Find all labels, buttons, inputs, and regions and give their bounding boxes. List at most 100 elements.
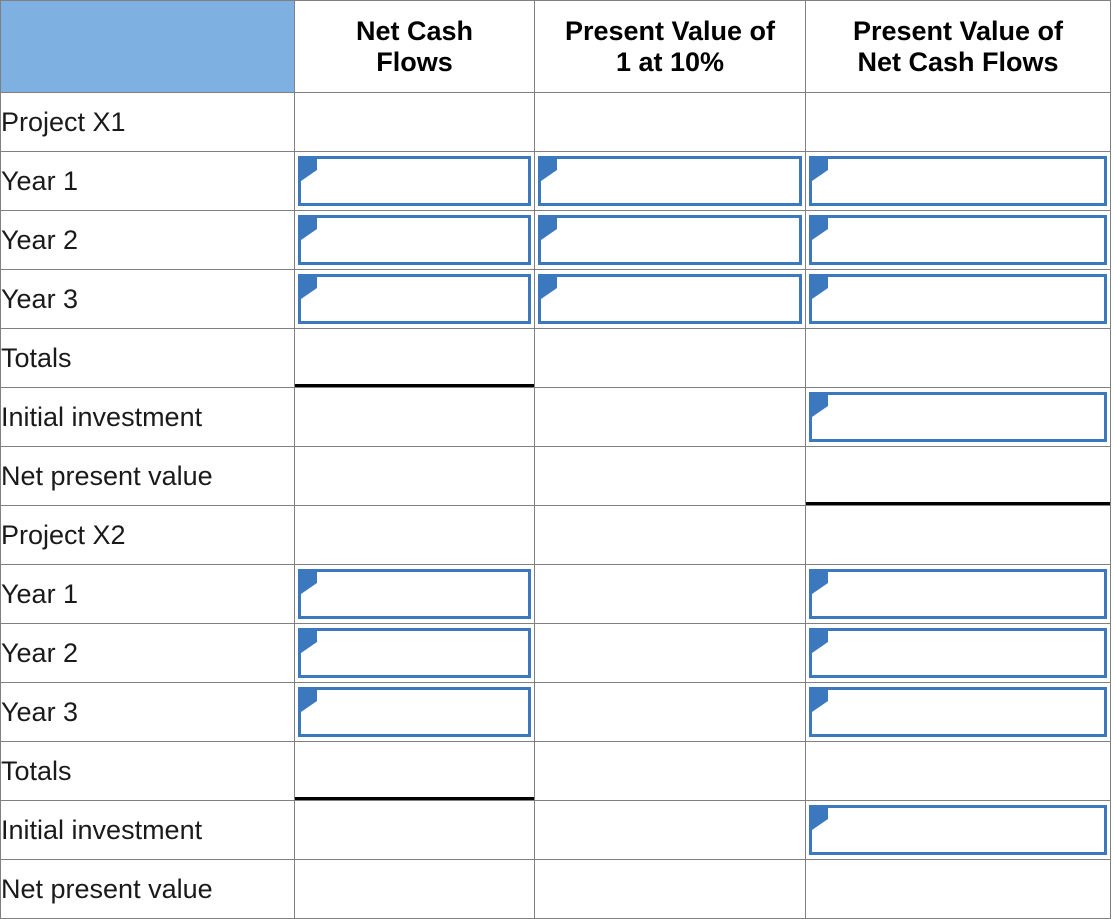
header-cell-blank: [0, 0, 295, 93]
row-label-x2-year-1: Year 1: [0, 564, 295, 624]
row-label-x1-year-2: Year 2: [0, 210, 295, 270]
dropdown-arrow-icon[interactable]: [812, 690, 828, 712]
input-x1-year-2-present-value-of-net-cash-flows[interactable]: [830, 218, 1106, 262]
table-row: Year 1: [0, 564, 1111, 624]
cell-x1-initial-investment-present-value-of-net-cash-flows: [805, 387, 1111, 447]
table-row: Year 2: [0, 210, 1111, 270]
input-box-x1-year-1-present-value-of-net-cash-flows[interactable]: [809, 156, 1107, 206]
dropdown-arrow-icon[interactable]: [541, 277, 557, 299]
cell-x2-totals-present-value-of-net-cash-flows: [805, 741, 1111, 801]
dropdown-arrow-icon[interactable]: [812, 631, 828, 653]
cell-x2-year-2-present-value-of-net-cash-flows: [805, 623, 1111, 683]
input-box-x1-year-3-present-value-of-1[interactable]: [538, 274, 802, 324]
table-row: Totals: [0, 741, 1111, 801]
header-cell-present-value-of-1: Present Value of 1 at 10%: [534, 0, 806, 93]
row-label-x1-year-3: Year 3: [0, 269, 295, 329]
cell-x2-net-present-value-present-value-of-1: [534, 859, 806, 919]
input-x2-year-2-net-cash-flows[interactable]: [319, 631, 530, 675]
input-box-x1-year-1-net-cash-flows[interactable]: [298, 156, 531, 206]
input-x1-year-1-net-cash-flows[interactable]: [319, 159, 530, 203]
input-box-x1-year-2-present-value-of-1[interactable]: [538, 215, 802, 265]
dropdown-arrow-icon[interactable]: [812, 277, 828, 299]
input-x2-initial-investment-present-value-of-net-cash-flows[interactable]: [830, 808, 1106, 852]
cell-x2-initial-investment-present-value-of-1: [534, 800, 806, 860]
cell-x1-year-1-present-value-of-net-cash-flows: [805, 151, 1111, 211]
cell-x2-year-3-net-cash-flows: [294, 682, 535, 742]
dropdown-arrow-icon[interactable]: [301, 159, 317, 181]
header-line-1: Present Value of: [852, 15, 1064, 46]
dropdown-arrow-icon[interactable]: [812, 572, 828, 594]
input-box-x1-year-3-net-cash-flows[interactable]: [298, 274, 531, 324]
input-x1-year-1-present-value-of-1[interactable]: [559, 159, 801, 203]
input-x1-initial-investment-present-value-of-net-cash-flows[interactable]: [830, 395, 1106, 439]
dropdown-arrow-icon[interactable]: [812, 218, 828, 240]
input-x1-year-1-present-value-of-net-cash-flows[interactable]: [830, 159, 1106, 203]
input-box-x2-initial-investment-present-value-of-net-cash-flows[interactable]: [809, 805, 1107, 855]
cell-x2-initial-investment-net-cash-flows: [294, 800, 535, 860]
table-row: Initial investment: [0, 387, 1111, 447]
dropdown-arrow-icon[interactable]: [301, 690, 317, 712]
table-body: Project X1 Year 1 Year 2 Year 3 Totals I…: [0, 92, 1111, 919]
cell-project-x2-net-cash-flows: [294, 505, 535, 565]
row-label-x2-initial-investment: Initial investment: [0, 800, 295, 860]
input-box-x2-year-3-net-cash-flows[interactable]: [298, 687, 531, 737]
cell-x1-year-3-present-value-of-net-cash-flows: [805, 269, 1111, 329]
row-label-x2-net-present-value: Net present value: [0, 859, 295, 919]
cell-x1-initial-investment-net-cash-flows: [294, 387, 535, 447]
input-box-x1-year-1-present-value-of-1[interactable]: [538, 156, 802, 206]
cell-x2-year-1-net-cash-flows: [294, 564, 535, 624]
row-label-x2-year-3: Year 3: [0, 682, 295, 742]
cell-x1-year-1-present-value-of-1: [534, 151, 806, 211]
cell-x2-year-3-present-value-of-net-cash-flows: [805, 682, 1111, 742]
input-x2-year-2-present-value-of-net-cash-flows[interactable]: [830, 631, 1106, 675]
header-line-1: Net Cash: [355, 15, 474, 46]
cell-project-x2-present-value-of-1: [534, 505, 806, 565]
cell-x2-year-1-present-value-of-1: [534, 564, 806, 624]
input-x1-year-3-present-value-of-1[interactable]: [559, 277, 801, 321]
input-x2-year-1-present-value-of-net-cash-flows[interactable]: [830, 572, 1106, 616]
dropdown-arrow-icon[interactable]: [301, 631, 317, 653]
input-box-x2-year-1-present-value-of-net-cash-flows[interactable]: [809, 569, 1107, 619]
input-x1-year-2-net-cash-flows[interactable]: [319, 218, 530, 262]
cell-x2-year-2-net-cash-flows: [294, 623, 535, 683]
input-x1-year-3-present-value-of-net-cash-flows[interactable]: [830, 277, 1106, 321]
dropdown-arrow-icon[interactable]: [541, 218, 557, 240]
dropdown-arrow-icon[interactable]: [541, 159, 557, 181]
dropdown-arrow-icon[interactable]: [301, 277, 317, 299]
table-row: Year 1: [0, 151, 1111, 211]
input-box-x1-year-2-present-value-of-net-cash-flows[interactable]: [809, 215, 1107, 265]
cell-x1-totals-present-value-of-net-cash-flows: [805, 328, 1111, 388]
input-x2-year-3-net-cash-flows[interactable]: [319, 690, 530, 734]
input-box-x2-year-2-present-value-of-net-cash-flows[interactable]: [809, 628, 1107, 678]
table-row: Project X1: [0, 92, 1111, 152]
input-box-x2-year-3-present-value-of-net-cash-flows[interactable]: [809, 687, 1107, 737]
input-box-x1-year-2-net-cash-flows[interactable]: [298, 215, 531, 265]
dropdown-arrow-icon[interactable]: [812, 159, 828, 181]
input-box-x2-year-1-net-cash-flows[interactable]: [298, 569, 531, 619]
input-x2-year-1-net-cash-flows[interactable]: [319, 572, 530, 616]
dropdown-arrow-icon[interactable]: [301, 572, 317, 594]
cell-x2-initial-investment-present-value-of-net-cash-flows: [805, 800, 1111, 860]
cell-x1-totals-present-value-of-1: [534, 328, 806, 388]
worksheet-canvas: Net Cash Flows Present Value of 1 at 10%…: [0, 0, 1115, 919]
header-cell-present-value-of-net-cash-flows: Present Value of Net Cash Flows: [805, 0, 1111, 93]
row-label-project-x1: Project X1: [0, 92, 295, 152]
input-x1-year-2-present-value-of-1[interactable]: [559, 218, 801, 262]
table-row: Initial investment: [0, 800, 1111, 860]
dropdown-arrow-icon[interactable]: [301, 218, 317, 240]
dropdown-arrow-icon[interactable]: [812, 808, 828, 830]
row-label-x1-net-present-value: Net present value: [0, 446, 295, 506]
header-line-1: Present Value of: [564, 15, 776, 46]
header-row: Net Cash Flows Present Value of 1 at 10%…: [0, 0, 1111, 93]
input-box-x2-year-2-net-cash-flows[interactable]: [298, 628, 531, 678]
input-x2-year-3-present-value-of-net-cash-flows[interactable]: [830, 690, 1106, 734]
input-x1-year-3-net-cash-flows[interactable]: [319, 277, 530, 321]
cell-x1-year-3-net-cash-flows: [294, 269, 535, 329]
table-header: Net Cash Flows Present Value of 1 at 10%…: [0, 0, 1111, 93]
table-row: Year 2: [0, 623, 1111, 683]
input-box-x1-year-3-present-value-of-net-cash-flows[interactable]: [809, 274, 1107, 324]
input-box-x1-initial-investment-present-value-of-net-cash-flows[interactable]: [809, 392, 1107, 442]
dropdown-arrow-icon[interactable]: [812, 395, 828, 417]
cell-project-x2-present-value-of-net-cash-flows: [805, 505, 1111, 565]
row-label-x2-year-2: Year 2: [0, 623, 295, 683]
